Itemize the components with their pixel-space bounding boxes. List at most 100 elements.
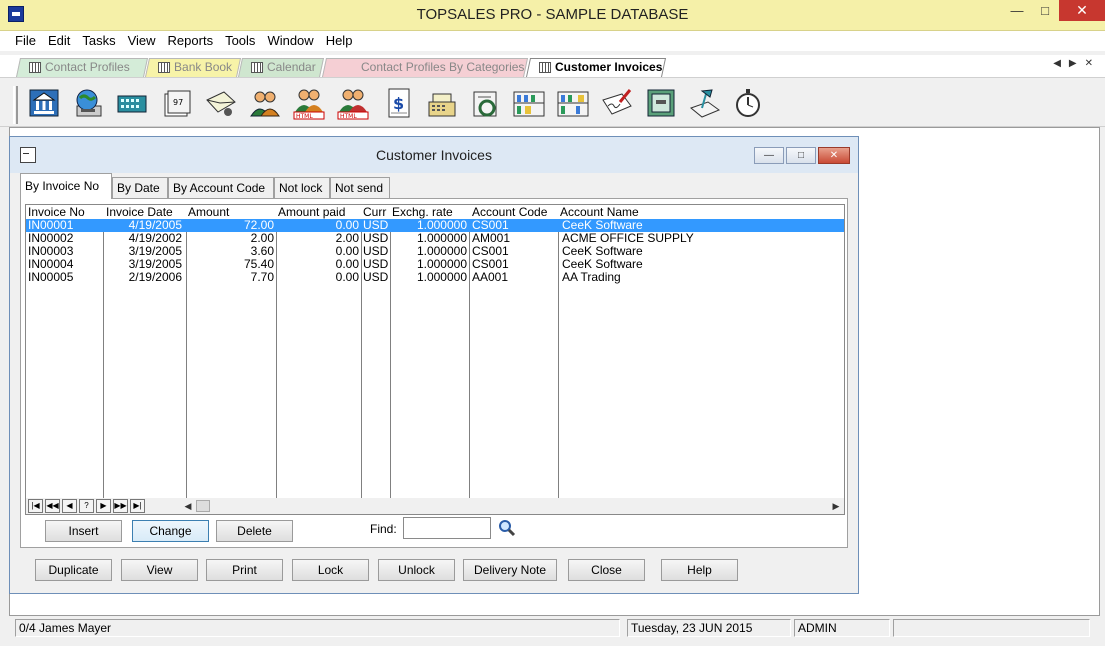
close-button[interactable]: ✕ bbox=[1059, 0, 1105, 21]
menu-tasks[interactable]: Tasks bbox=[76, 31, 121, 51]
dollar-document-icon[interactable]: $ bbox=[381, 86, 415, 120]
prev-record-button[interactable]: ◀ bbox=[62, 499, 77, 513]
menu-edit[interactable]: Edit bbox=[42, 31, 76, 51]
tab-next-icon[interactable]: ▶ bbox=[1069, 58, 1077, 69]
column-header[interactable]: Invoice Date bbox=[104, 206, 186, 219]
contacts-html-alt-icon[interactable]: HTML bbox=[336, 86, 370, 120]
tab-by-date[interactable]: By Date bbox=[112, 177, 168, 198]
calculator-icon[interactable] bbox=[115, 86, 149, 120]
svg-text:$: $ bbox=[393, 94, 404, 113]
help-button[interactable]: Help bbox=[661, 559, 738, 581]
search-icon[interactable] bbox=[498, 519, 516, 537]
safe-icon[interactable] bbox=[644, 86, 678, 120]
next-page-button[interactable]: ▶▶ bbox=[113, 499, 128, 513]
menu-tools[interactable]: Tools bbox=[219, 31, 261, 51]
prev-page-button[interactable]: ◀◀ bbox=[45, 499, 60, 513]
scroll-right-icon[interactable]: ▶ bbox=[829, 499, 843, 513]
menu-file[interactable]: File bbox=[9, 31, 42, 51]
table-row[interactable]: IN00003 3/19/2005 3.60 0.00 USD 1.000000… bbox=[26, 245, 844, 258]
column-header[interactable]: Curr bbox=[361, 206, 390, 219]
column-header[interactable]: Account Code bbox=[470, 206, 558, 219]
tab-not-send[interactable]: Not send bbox=[330, 177, 390, 198]
table-row[interactable]: IN00004 3/19/2005 75.40 0.00 USD 1.00000… bbox=[26, 258, 844, 271]
change-button[interactable]: Change bbox=[132, 520, 209, 542]
envelope-icon[interactable] bbox=[204, 86, 238, 120]
signature-icon[interactable] bbox=[600, 86, 634, 120]
bank-icon[interactable] bbox=[27, 86, 61, 120]
column-header[interactable]: Amount bbox=[186, 206, 276, 219]
desk-lamp-icon[interactable] bbox=[688, 86, 722, 120]
column-header[interactable]: Amount paid bbox=[276, 206, 361, 219]
horizontal-scrollbar[interactable]: ◀ ▶ bbox=[181, 499, 843, 513]
tab-contact-profiles[interactable]: Contact Profiles bbox=[16, 58, 149, 77]
toolbar-grip[interactable] bbox=[13, 86, 18, 124]
column-header[interactable]: Invoice No bbox=[26, 206, 104, 219]
maximize-button[interactable]: □ bbox=[1031, 0, 1059, 21]
cell-invoice-no: IN00005 bbox=[28, 271, 74, 284]
menu-reports[interactable]: Reports bbox=[162, 31, 220, 51]
stopwatch-icon[interactable] bbox=[731, 86, 765, 120]
cell-account-name: AA Trading bbox=[562, 271, 621, 284]
cell-amount-paid: 0.00 bbox=[335, 271, 359, 284]
minimize-button[interactable]: — bbox=[1003, 0, 1031, 21]
close-window-button[interactable]: Close bbox=[568, 559, 645, 581]
tab-calendar[interactable]: Calendar bbox=[238, 58, 325, 77]
cell-amount-paid: 0.00 bbox=[335, 245, 359, 258]
next-record-button[interactable]: ▶ bbox=[96, 499, 111, 513]
tab-not-lock[interactable]: Not lock bbox=[274, 177, 330, 198]
view-button[interactable]: View bbox=[121, 559, 198, 581]
title-bar: TOPSALES PRO - SAMPLE DATABASE — □ ✕ bbox=[0, 0, 1105, 31]
menu-help[interactable]: Help bbox=[320, 31, 359, 51]
tab-prev-icon[interactable]: ◀ bbox=[1053, 58, 1061, 69]
record-navigator: |◀ ◀◀ ◀ ? ▶ ▶▶ ▶| ◀ ▶ bbox=[25, 498, 845, 515]
menu-view[interactable]: View bbox=[122, 31, 162, 51]
scroll-left-icon[interactable]: ◀ bbox=[181, 499, 195, 513]
child-maximize-button[interactable]: □ bbox=[786, 147, 816, 164]
first-record-button[interactable]: |◀ bbox=[28, 499, 43, 513]
scroll-thumb[interactable] bbox=[196, 500, 210, 512]
shelves-alt-icon[interactable] bbox=[556, 86, 590, 120]
table-row[interactable]: IN00002 4/19/2002 2.00 2.00 USD 1.000000… bbox=[26, 232, 844, 245]
contacts-html-icon[interactable]: HTML bbox=[292, 86, 326, 120]
cell-account-name: CeeK Software bbox=[562, 245, 643, 258]
contacts-icon[interactable] bbox=[248, 86, 282, 120]
cash-register-icon[interactable] bbox=[425, 86, 459, 120]
column-header[interactable]: Exchg. rate bbox=[390, 206, 470, 219]
delivery-note-button[interactable]: Delivery Note bbox=[463, 559, 557, 581]
cell-amount-paid: 0.00 bbox=[335, 219, 359, 232]
tab-by-invoice-no[interactable]: By Invoice No bbox=[20, 173, 112, 199]
find-input[interactable] bbox=[403, 517, 491, 539]
child-title-bar: Customer Invoices — □ ✕ bbox=[10, 137, 858, 173]
table-row[interactable]: IN00001 4/19/2005 72.00 0.00 USD 1.00000… bbox=[26, 219, 844, 232]
cell-currency: USD bbox=[363, 219, 389, 232]
insert-button[interactable]: Insert bbox=[45, 520, 122, 542]
tab-close-icon[interactable]: ✕ bbox=[1085, 58, 1093, 69]
scanner-icon[interactable] bbox=[469, 86, 503, 120]
duplicate-button[interactable]: Duplicate bbox=[35, 559, 112, 581]
cell-amount: 2.00 bbox=[250, 232, 274, 245]
tab-contact-profiles-by-categories[interactable]: Contact Profiles By Categories bbox=[322, 58, 529, 77]
tab-customer-invoices[interactable]: Customer Invoices bbox=[526, 58, 667, 77]
globe-computer-icon[interactable] bbox=[71, 86, 105, 120]
last-record-button[interactable]: ▶| bbox=[130, 499, 145, 513]
menu-window[interactable]: Window bbox=[261, 31, 319, 51]
calendar-icon[interactable]: 97 bbox=[160, 86, 194, 120]
cell-amount-paid: 2.00 bbox=[335, 232, 359, 245]
table-row[interactable]: IN00005 2/19/2006 7.70 0.00 USD 1.000000… bbox=[26, 271, 844, 284]
column-header[interactable]: Account Name bbox=[558, 206, 838, 219]
cell-invoice-date: 4/19/2005 bbox=[128, 219, 182, 232]
unlock-button[interactable]: Unlock bbox=[378, 559, 455, 581]
shelves-icon[interactable] bbox=[512, 86, 546, 120]
lock-button[interactable]: Lock bbox=[292, 559, 369, 581]
child-minimize-button[interactable]: — bbox=[754, 147, 784, 164]
cell-invoice-no: IN00002 bbox=[28, 232, 74, 245]
grid-header: Invoice No Invoice Date Amount Amount pa… bbox=[26, 205, 844, 220]
search-record-button[interactable]: ? bbox=[79, 499, 94, 513]
invoice-grid[interactable]: Invoice No Invoice Date Amount Amount pa… bbox=[25, 204, 845, 499]
delete-button[interactable]: Delete bbox=[216, 520, 293, 542]
child-close-button[interactable]: ✕ bbox=[818, 147, 850, 164]
tab-bank-book[interactable]: Bank Book bbox=[145, 58, 242, 77]
svg-text:97: 97 bbox=[173, 98, 183, 107]
print-button[interactable]: Print bbox=[206, 559, 283, 581]
tab-by-account-code[interactable]: By Account Code bbox=[168, 177, 274, 198]
